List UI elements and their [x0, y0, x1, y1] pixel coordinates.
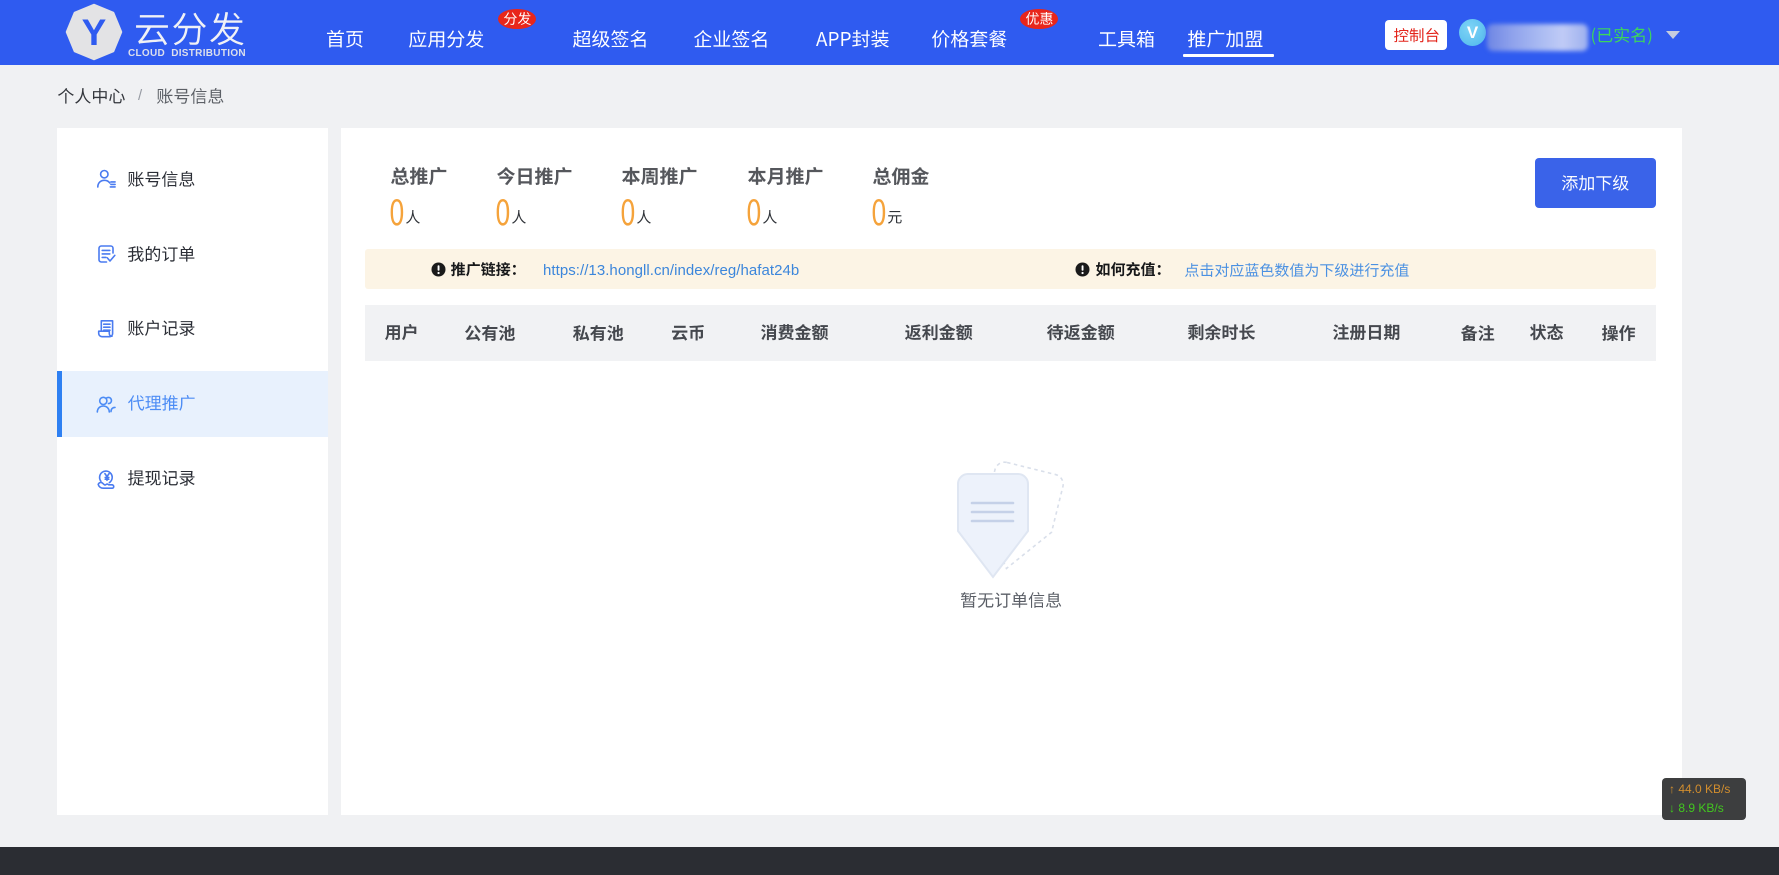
svg-text:Y: Y — [82, 12, 107, 53]
